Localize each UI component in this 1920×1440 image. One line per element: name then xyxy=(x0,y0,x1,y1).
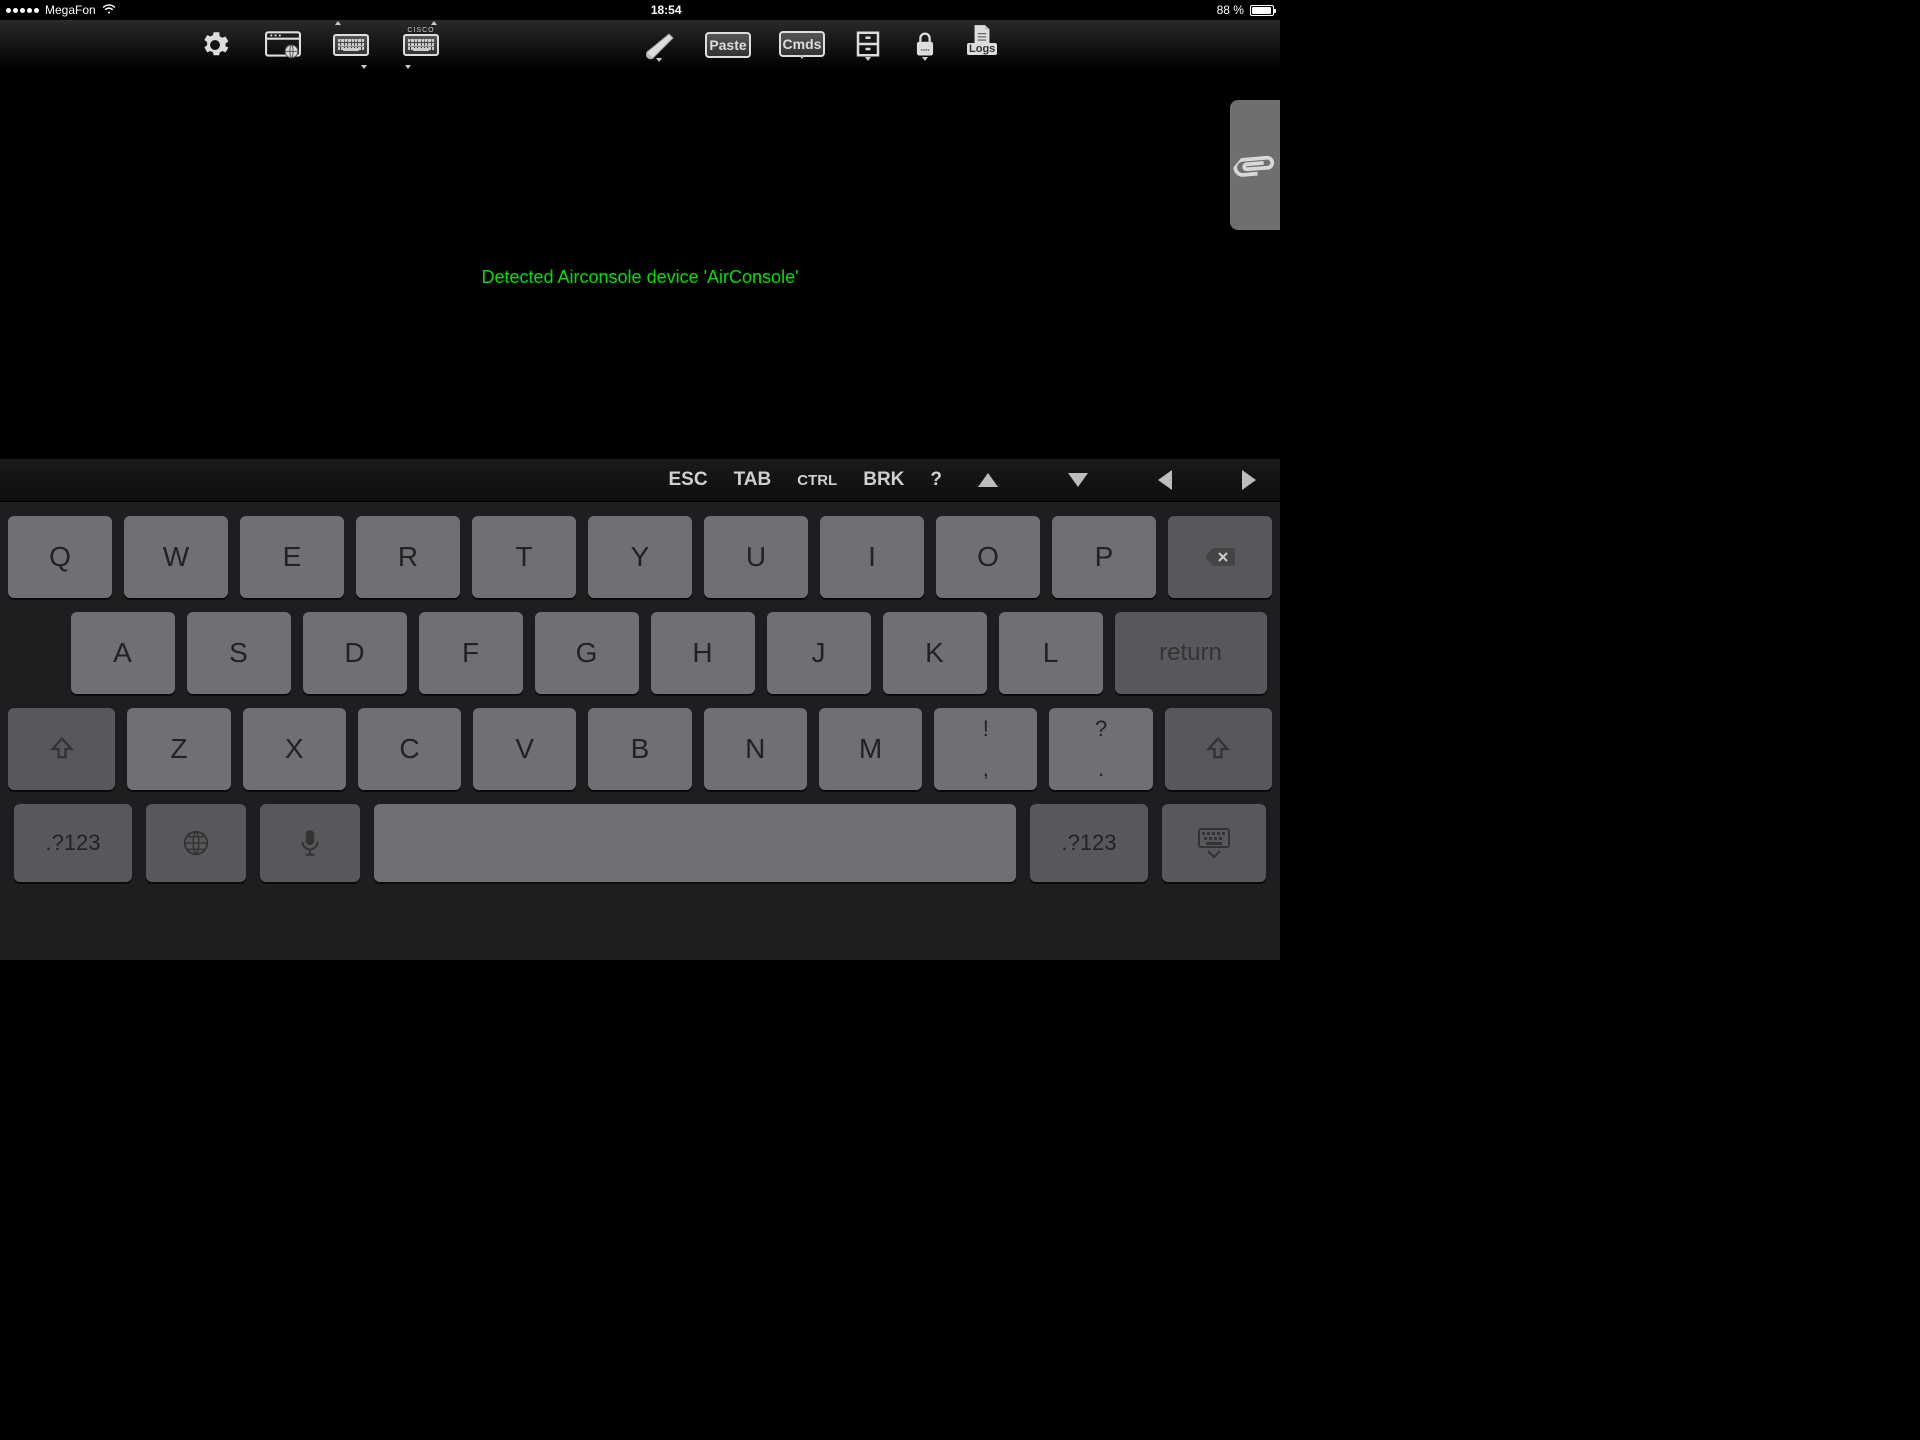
key-k[interactable]: K xyxy=(883,612,987,694)
key-comma[interactable]: ! , xyxy=(934,708,1037,790)
carrier-label: MegaFon xyxy=(45,3,96,17)
backspace-icon xyxy=(1203,545,1237,569)
shift-icon xyxy=(48,735,76,763)
backspace-key[interactable] xyxy=(1168,516,1272,598)
status-time: 18:54 xyxy=(651,3,682,17)
signal-dots-icon xyxy=(6,8,39,13)
status-left: MegaFon xyxy=(6,3,116,17)
help-key[interactable]: ? xyxy=(930,469,942,491)
keyboard-icon: CISCO xyxy=(403,34,439,56)
key-h[interactable]: H xyxy=(651,612,755,694)
key-d[interactable]: D xyxy=(303,612,407,694)
file-cabinet-icon xyxy=(853,29,883,59)
paste-button[interactable]: Paste xyxy=(705,32,751,58)
dictation-key[interactable] xyxy=(260,804,360,882)
arrow-down-key[interactable] xyxy=(1068,473,1088,487)
keyboard-swap-button[interactable] xyxy=(331,27,371,63)
cmds-badge: Cmds xyxy=(779,31,825,57)
key-z[interactable]: Z xyxy=(127,708,230,790)
battery-text: 88 % xyxy=(1217,3,1244,17)
key-n[interactable]: N xyxy=(704,708,807,790)
globe-icon xyxy=(181,828,211,858)
key-g[interactable]: G xyxy=(535,612,639,694)
keyboard-icon xyxy=(333,34,369,56)
svg-text:****: **** xyxy=(921,49,931,55)
lock-button[interactable]: **** xyxy=(911,29,939,61)
lock-icon: **** xyxy=(911,29,939,59)
assist-bar: ESC TAB CTRL BRK ? xyxy=(0,458,1280,502)
files-button[interactable] xyxy=(853,29,883,61)
key-u[interactable]: U xyxy=(704,516,808,598)
side-clip-tab[interactable] xyxy=(1230,100,1280,230)
onscreen-keyboard: Q W E R T Y U I O P A S D F G H J K L re… xyxy=(0,502,1280,960)
browser-button[interactable] xyxy=(265,30,301,60)
key-m[interactable]: M xyxy=(819,708,922,790)
keyboard-row-2: A S D F G H J K L return xyxy=(8,612,1272,694)
globe-key[interactable] xyxy=(146,804,246,882)
key-i[interactable]: I xyxy=(820,516,924,598)
wifi-icon xyxy=(102,4,116,17)
app-toolbar: CISCO Paste Cmds xyxy=(0,20,1280,70)
key-c[interactable]: C xyxy=(358,708,461,790)
arrow-right-key[interactable] xyxy=(1242,470,1256,490)
shift-key-right[interactable] xyxy=(1165,708,1272,790)
ctrl-key[interactable]: CTRL xyxy=(797,472,837,489)
key-p[interactable]: P xyxy=(1052,516,1156,598)
space-key[interactable] xyxy=(374,804,1016,882)
cisco-keyboard-button[interactable]: CISCO xyxy=(401,27,441,63)
browser-icon xyxy=(265,30,301,60)
key-t[interactable]: T xyxy=(472,516,576,598)
paperclip-icon xyxy=(1227,136,1282,194)
gear-icon xyxy=(198,28,232,62)
tab-key[interactable]: TAB xyxy=(734,469,772,491)
key-r[interactable]: R xyxy=(356,516,460,598)
numtoggle-key-left[interactable]: .?123 xyxy=(14,804,132,882)
terminal-message: Detected Airconsole device 'AirConsole' xyxy=(481,267,798,288)
cmds-button[interactable]: Cmds xyxy=(779,31,825,59)
key-y[interactable]: Y xyxy=(588,516,692,598)
dismiss-keyboard-icon xyxy=(1196,826,1232,860)
status-bar: MegaFon 18:54 88 % xyxy=(0,0,1280,20)
terminal-area[interactable]: Detected Airconsole device 'AirConsole' xyxy=(0,70,1280,458)
mic-icon xyxy=(299,828,321,858)
logs-button[interactable]: Logs xyxy=(967,23,997,67)
scroll-icon xyxy=(641,28,677,60)
scripts-button[interactable] xyxy=(641,28,677,62)
key-e[interactable]: E xyxy=(240,516,344,598)
key-v[interactable]: V xyxy=(473,708,576,790)
battery-icon xyxy=(1250,5,1274,16)
key-j[interactable]: J xyxy=(767,612,871,694)
keyboard-row-4: .?123 .?123 xyxy=(8,804,1272,882)
paste-badge: Paste xyxy=(705,32,751,58)
return-key[interactable]: return xyxy=(1115,612,1267,694)
numtoggle-key-right[interactable]: .?123 xyxy=(1030,804,1148,882)
brk-key[interactable]: BRK xyxy=(863,469,904,491)
arrow-left-key[interactable] xyxy=(1158,470,1172,490)
key-o[interactable]: O xyxy=(936,516,1040,598)
key-x[interactable]: X xyxy=(243,708,346,790)
key-b[interactable]: B xyxy=(588,708,691,790)
keyboard-row-1: Q W E R T Y U I O P xyxy=(8,516,1272,598)
shift-key-left[interactable] xyxy=(8,708,115,790)
arrow-up-key[interactable] xyxy=(978,473,998,487)
key-a[interactable]: A xyxy=(71,612,175,694)
key-f[interactable]: F xyxy=(419,612,523,694)
dismiss-keyboard-key[interactable] xyxy=(1162,804,1266,882)
keyboard-row-3: Z X C V B N M ! , ? . xyxy=(8,708,1272,790)
key-period[interactable]: ? . xyxy=(1049,708,1152,790)
settings-button[interactable] xyxy=(195,27,235,63)
key-s[interactable]: S xyxy=(187,612,291,694)
key-l[interactable]: L xyxy=(999,612,1103,694)
status-right: 88 % xyxy=(1217,3,1274,17)
key-w[interactable]: W xyxy=(124,516,228,598)
key-q[interactable]: Q xyxy=(8,516,112,598)
shift-icon xyxy=(1204,735,1232,763)
esc-key[interactable]: ESC xyxy=(669,469,708,491)
